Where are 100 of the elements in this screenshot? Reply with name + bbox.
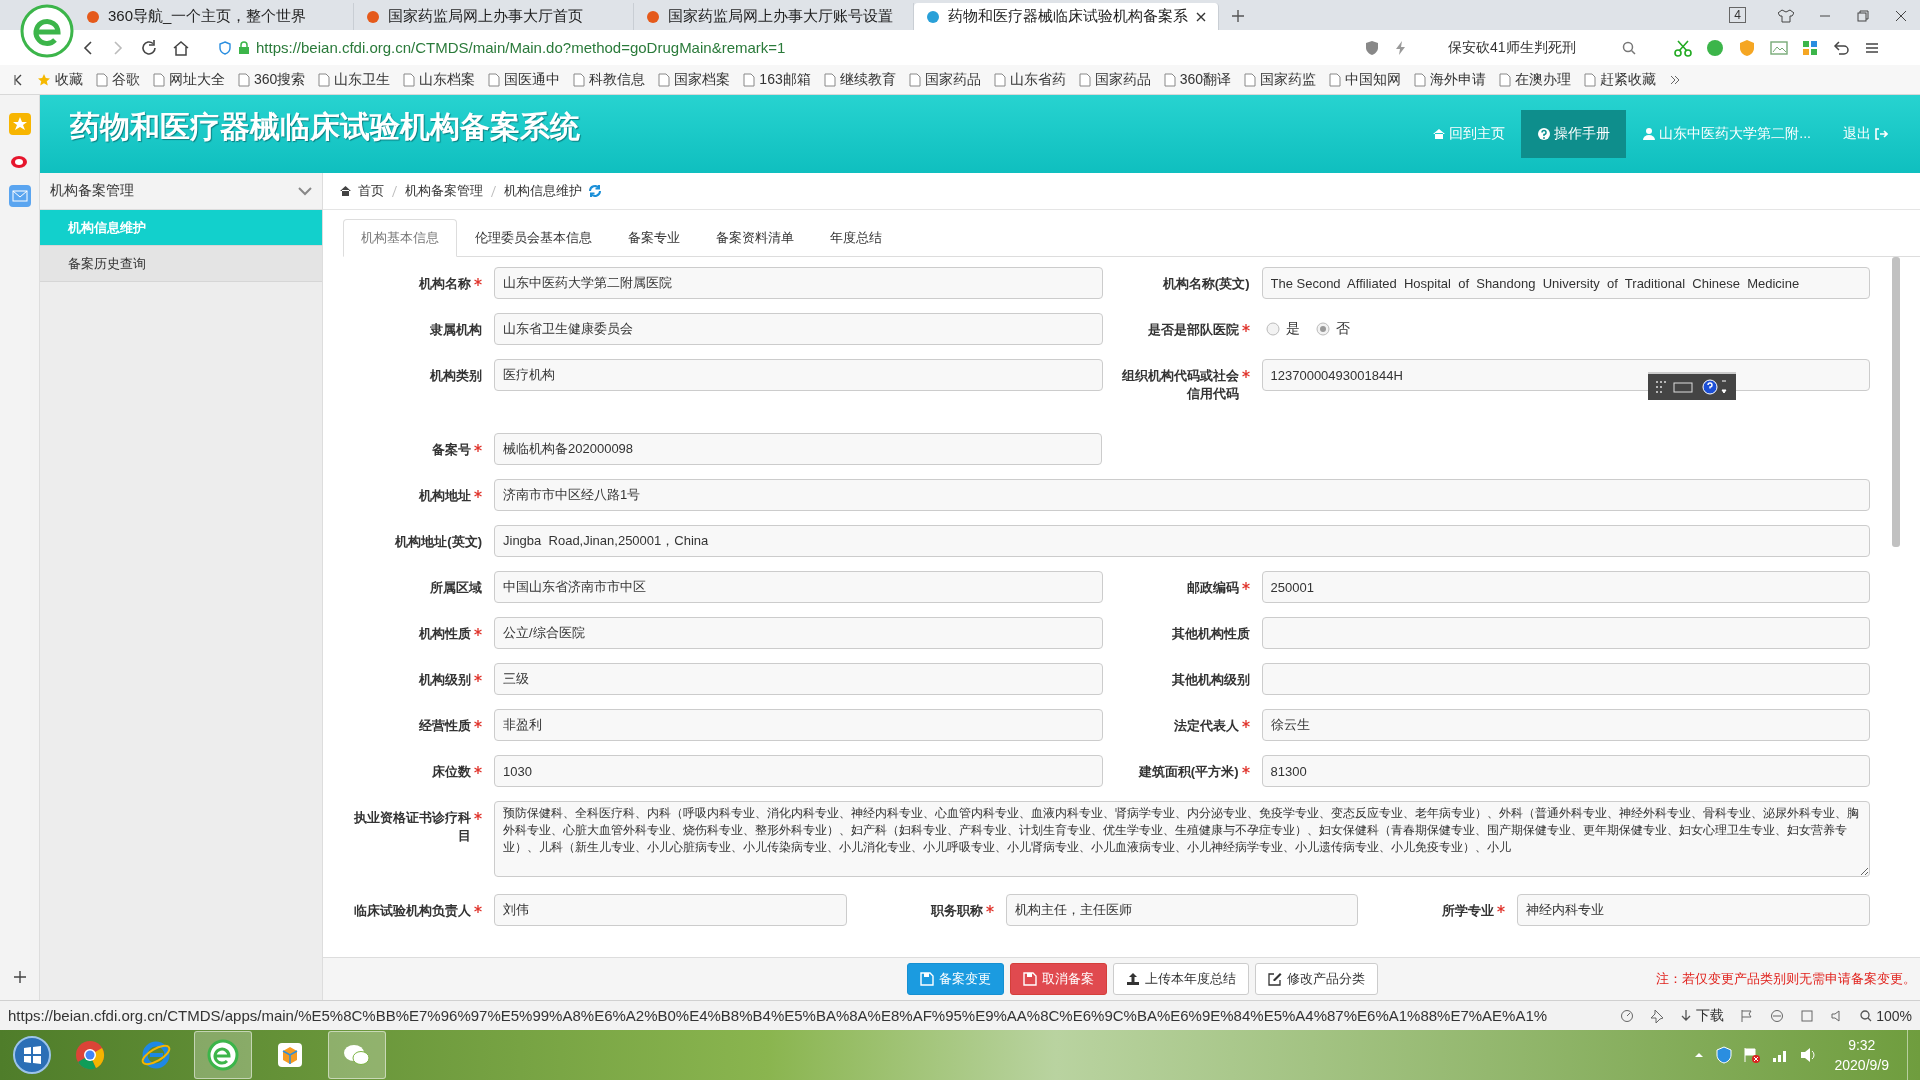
download-button[interactable]: 下载 <box>1680 1006 1725 1025</box>
bookmark-item[interactable]: 国家档案 <box>658 70 731 89</box>
search-field[interactable]: 保安砍41师生判死刑 <box>1442 34 1642 61</box>
taskbar-app[interactable] <box>328 1031 386 1079</box>
bookmark-item[interactable]: 山东档案 <box>403 70 476 89</box>
input-field[interactable]: 械临机构备202000098 <box>494 433 1102 465</box>
input-field[interactable] <box>1261 617 1870 649</box>
lightning-icon[interactable] <box>1394 39 1408 56</box>
input-field[interactable]: 中国山东省济南市市中区 <box>494 571 1103 603</box>
speed-icon[interactable] <box>1620 1008 1635 1023</box>
user-icon <box>1642 127 1657 141</box>
bookmark-item[interactable]: 国家药品 <box>908 70 981 89</box>
scrollbar-thumb[interactable] <box>1892 257 1900 547</box>
tab-count-badge[interactable]: 4 <box>1729 7 1746 23</box>
network-error-icon[interactable] <box>1742 1046 1761 1064</box>
bookmark-item[interactable]: 收藏 <box>37 70 83 89</box>
input-field[interactable]: The Second Affiliated Hospital of Shandong University of Traditional Chinese Medicine <box>1261 267 1870 299</box>
add-icon[interactable] <box>12 970 27 984</box>
input-field[interactable]: Jingba Road,Jinan,250001，China <box>494 525 1870 557</box>
action-button[interactable]: 取消备案 <box>1010 963 1107 995</box>
input-field[interactable]: 非盈利 <box>494 709 1103 741</box>
bookmark-item[interactable]: 163邮箱 <box>743 70 811 89</box>
bookmark-item[interactable]: 360搜索 <box>238 70 306 89</box>
radio-button[interactable] <box>1265 322 1280 336</box>
input-field[interactable]: 山东省卫生健康委员会 <box>494 313 1103 345</box>
input-field[interactable]: 12370000493001844H <box>1261 359 1870 391</box>
bookmark-item[interactable]: 海外申请 <box>1414 70 1487 89</box>
image-icon[interactable] <box>1770 38 1788 57</box>
bookmark-item[interactable]: 国家药监 <box>1244 70 1317 89</box>
mail-icon[interactable] <box>8 185 31 207</box>
address-bar[interactable]: https://beian.cfdi.org.cn/CTMDS/main/Main.do?method=goDrugMain&remark=1 <box>210 34 1350 61</box>
bookmark-item[interactable]: 国医通中 <box>488 70 561 89</box>
reload-icon[interactable] <box>140 38 158 57</box>
taskbar-app[interactable] <box>194 1031 252 1079</box>
radio-label[interactable]: 是 <box>1285 320 1300 338</box>
bookmark-item[interactable]: 赶紧收藏 <box>1584 70 1657 89</box>
new-tab-icon[interactable] <box>1231 9 1245 23</box>
bookmark-item[interactable]: 科教信息 <box>573 70 646 89</box>
bookmark-item[interactable]: 山东省药 <box>993 70 1066 89</box>
shirt-icon[interactable] <box>1778 9 1794 23</box>
input-field[interactable]: 250001 <box>1261 571 1870 603</box>
home-icon[interactable] <box>172 38 190 57</box>
start-button[interactable] <box>12 1035 52 1075</box>
input-field[interactable]: 公立/综合医院 <box>494 617 1103 649</box>
page-icon <box>908 72 921 87</box>
more-icon[interactable] <box>1669 73 1682 86</box>
close-icon[interactable] <box>1894 9 1908 23</box>
bookmark-item[interactable]: 继续教育 <box>823 70 896 89</box>
menu-item[interactable]: 备案历史查询 <box>40 246 322 282</box>
bookmark-item[interactable]: 山东卫生 <box>318 70 391 89</box>
input-field[interactable]: 刘伟 <box>494 894 847 926</box>
breadcrumb-link[interactable]: 机构信息维护 <box>504 182 582 200</box>
browser-icon[interactable] <box>1770 1008 1785 1023</box>
input-field[interactable]: 神经内科专业 <box>1517 894 1870 926</box>
tab[interactable]: 备案资料清单 <box>698 219 812 257</box>
radio-label[interactable]: 否 <box>1335 320 1350 338</box>
flag-icon[interactable] <box>1740 1008 1755 1023</box>
action-button[interactable]: 修改产品分类 <box>1255 963 1378 995</box>
bookmark-item[interactable]: 国家药品 <box>1078 70 1151 89</box>
zoom-button[interactable]: 100% <box>1860 1007 1912 1024</box>
collapse-icon[interactable] <box>14 73 24 86</box>
shield-extension-icon[interactable] <box>1738 38 1756 57</box>
action-button[interactable]: 上传本年度总结 <box>1113 963 1249 995</box>
pin-icon[interactable] <box>1650 1008 1665 1023</box>
tab[interactable]: 机构基本信息 <box>343 219 457 257</box>
bookmark-item[interactable]: 谷歌 <box>96 70 140 89</box>
nav-link[interactable]: 操作手册 <box>1521 110 1627 158</box>
shield-icon[interactable] <box>1714 1046 1733 1064</box>
input-field[interactable]: 山东中医药大学第二附属医院 <box>494 267 1103 299</box>
input-field[interactable] <box>1261 663 1870 695</box>
shield-icon[interactable] <box>1364 39 1380 56</box>
menu-group[interactable]: 机构备案管理 <box>40 173 322 210</box>
browser-tab[interactable]: 药物和医疗器械临床试验机构备案系 <box>914 3 1219 30</box>
bookmark-item[interactable]: 网址大全 <box>153 70 225 89</box>
bookmark-item[interactable]: 在澳办理 <box>1499 70 1572 89</box>
bookmark-item[interactable]: 360翻译 <box>1163 70 1232 89</box>
input-field[interactable]: 济南市市中区经八路1号 <box>494 479 1870 511</box>
input-field[interactable]: 三级 <box>494 663 1103 695</box>
radio-button[interactable] <box>1315 322 1330 336</box>
close-icon[interactable] <box>1196 11 1206 22</box>
window-icon[interactable] <box>1800 1008 1815 1023</box>
page-icon <box>318 72 331 87</box>
undo-icon[interactable] <box>1832 38 1850 57</box>
text-area[interactable]: 预防保健科、全科医疗科、内科（呼吸内科专业、消化内科专业、神经内科专业、心血管内科专业、血液内科专业、肾病学专业、内分泌专业、免疫学专业、变态反应专业、老年病专业）、外科（普通外科专业、神经外科专业、骨科专业、泌尿外科专业、胸外科专业、心脏大血管外科专业、烧伤科专业、整形外科专业）、妇产科（妇科专业、产科专业、计划生育专业、优生学专业、生殖健康与不孕症专业）、妇女保健科（青春期保健专业、围产期保健专业、更年期保健专业、妇女心理卫生专业、妇女营养专业）、儿科（新生儿专业、小儿心脏病专业、小儿传染病专业、小儿消化专业、小儿呼吸专业、小儿肾病专业、小儿血液病专业、小儿神经病学专业、小儿遗传病专业、小儿免疫专业）、小儿 <box>494 801 1870 877</box>
restore-icon[interactable] <box>1856 9 1870 23</box>
breadcrumb-link[interactable]: 首页 <box>358 182 384 200</box>
bookmark-item[interactable]: 中国知网 <box>1329 70 1402 89</box>
input-field[interactable]: 1030 <box>494 755 1103 787</box>
grid-icon[interactable] <box>1802 39 1818 56</box>
input-field[interactable]: 81300 <box>1261 755 1870 787</box>
tab[interactable]: 伦理委员会基本信息 <box>457 219 610 257</box>
refresh-icon[interactable] <box>588 184 602 198</box>
tab[interactable]: 年度总结 <box>812 219 900 257</box>
input-field[interactable]: 徐云生 <box>1261 709 1870 741</box>
input-field[interactable]: 机构主任，主任医师 <box>1005 894 1359 926</box>
tab[interactable]: 备案专业 <box>610 219 698 257</box>
volume-icon[interactable] <box>1798 1046 1817 1064</box>
breadcrumb-link[interactable]: 机构备案管理 <box>405 182 483 200</box>
input-field[interactable]: 医疗机构 <box>494 359 1103 391</box>
scissors-icon[interactable] <box>1674 38 1692 57</box>
